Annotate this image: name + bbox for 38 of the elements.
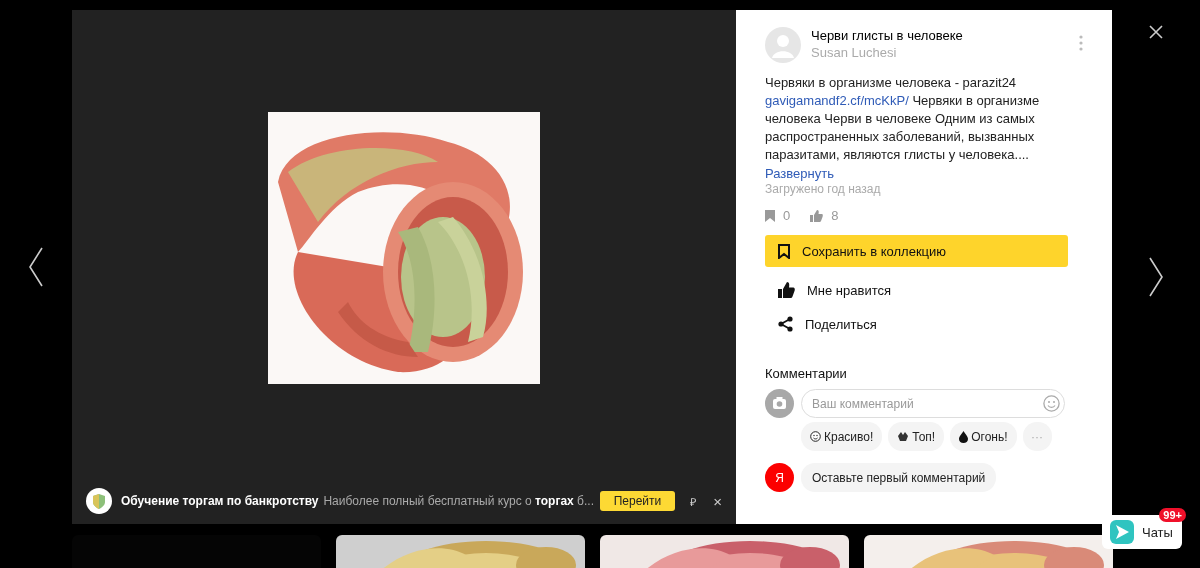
shield-icon xyxy=(86,488,112,514)
comments-heading: Комментарии xyxy=(765,366,848,381)
collections-count: 0 xyxy=(783,208,791,223)
share-button[interactable]: Поделиться xyxy=(765,307,890,341)
first-comment-prompt[interactable]: Оставьте первый комментарий xyxy=(801,463,997,492)
more-icon[interactable] xyxy=(1079,35,1083,51)
smiley-icon[interactable] xyxy=(1043,395,1060,412)
thumbs-up-icon xyxy=(810,209,824,222)
comment-field[interactable]: Ваш комментарий xyxy=(801,389,1065,418)
avatar-icon xyxy=(765,27,801,63)
smiley-icon xyxy=(810,431,821,442)
close-ad-button[interactable]: × xyxy=(713,492,722,510)
close-icon[interactable] xyxy=(1149,25,1163,39)
reaction-chip[interactable]: Топ! xyxy=(888,422,945,451)
likes-count: 8 xyxy=(831,208,839,223)
save-to-collection-button[interactable]: Сохранить в коллекцию xyxy=(765,235,1068,267)
go-button[interactable]: Перейти xyxy=(599,491,676,511)
upload-time: Загружено год назад xyxy=(765,182,882,196)
user-avatar: Я xyxy=(765,463,794,492)
bookmark-icon xyxy=(778,243,790,259)
reaction-chip[interactable]: Огонь! xyxy=(950,422,1017,451)
reaction-chip[interactable]: Красиво! xyxy=(801,422,883,451)
fire-icon xyxy=(959,430,969,443)
post-description: Червяки в организме человека - parazit24 gavigamandf2.cf/mcKkP/ Червяки в организме человека Черви в человеке Одним из самых распространенных заболеваний, вызванных паразитами, являются глисты у человека.... xyxy=(765,74,1041,164)
bookmark-icon xyxy=(765,209,775,222)
unread-badge: 99+ xyxy=(1159,508,1186,522)
post-title: Черви глисты в человеке xyxy=(811,28,964,43)
expand-link[interactable]: Развернуть xyxy=(765,166,834,181)
ad-title[interactable]: Обучение торгам по банкротству xyxy=(121,494,319,508)
hands-icon xyxy=(897,431,910,442)
thumbs-up-icon xyxy=(778,282,795,298)
currency-sign: ₽ xyxy=(690,494,697,509)
ad-text: Наиболее полный бесплатный курс о торгах б... xyxy=(323,494,594,508)
camera-avatar-icon xyxy=(765,389,794,418)
share-icon xyxy=(778,316,793,332)
like-button[interactable]: Мне нравится xyxy=(765,273,904,307)
source-link[interactable]: gavigamandf2.cf/mcKkP/ xyxy=(765,93,909,108)
play-logo-icon xyxy=(1110,520,1134,544)
